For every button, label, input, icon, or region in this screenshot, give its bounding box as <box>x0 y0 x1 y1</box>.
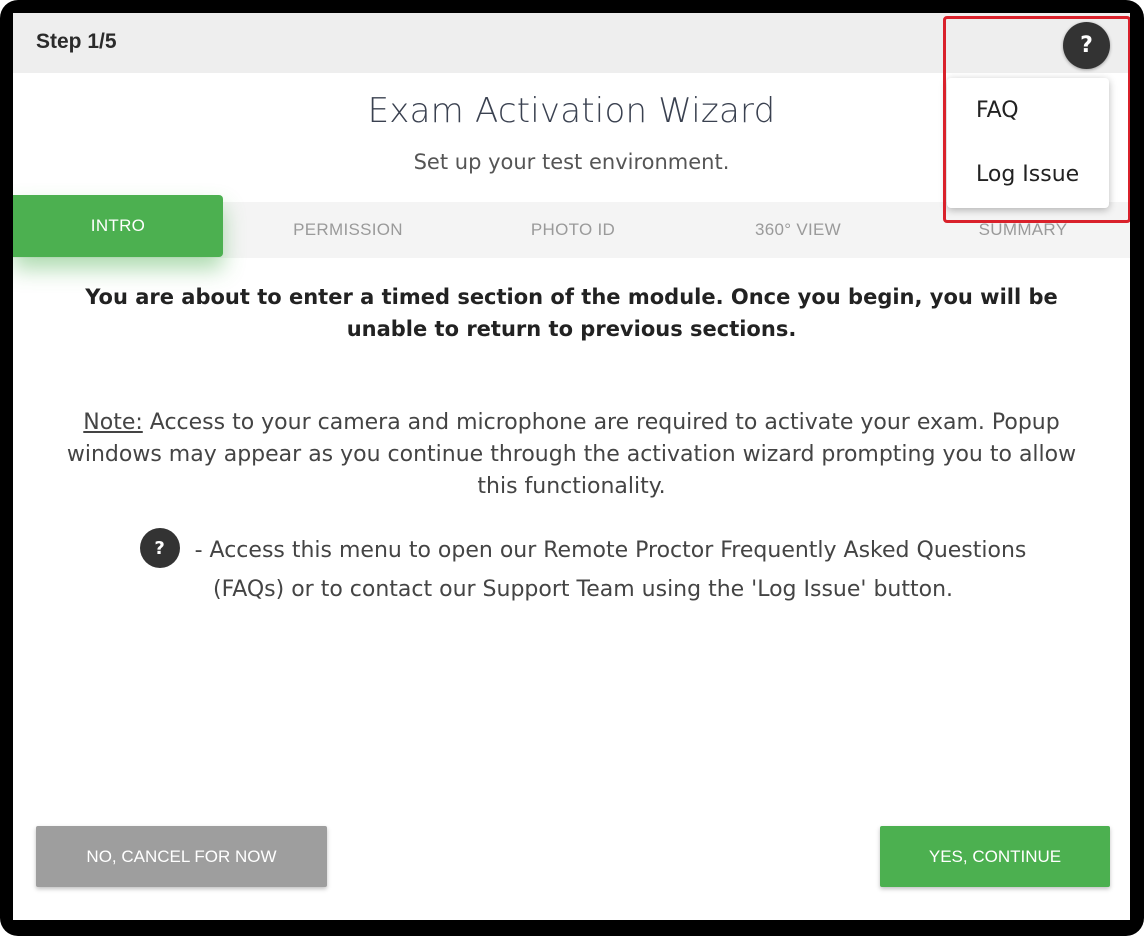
step-indicator: Step 1/5 <box>36 30 117 53</box>
help-menu-description: ? - Access this menu to open our Remote … <box>103 528 1063 608</box>
permissions-note: Note: Access to your camera and micropho… <box>53 407 1090 503</box>
tab-permission[interactable]: PERMISSION <box>238 202 458 258</box>
question-mark-icon: ? <box>139 528 180 568</box>
log-issue-menu-item[interactable]: Log Issue <box>976 162 1079 187</box>
help-dropdown-menu: FAQ Log Issue <box>947 78 1109 208</box>
timed-section-warning: You are about to enter a timed section o… <box>85 285 1058 341</box>
activation-wizard-modal: Step 1/5 ? Exam Activation Wizard Set up… <box>13 13 1130 920</box>
header-bar: Step 1/5 ? <box>13 13 1130 73</box>
tab-intro[interactable]: INTRO <box>13 195 223 257</box>
note-label: Note: <box>83 410 143 435</box>
tab-photo-id[interactable]: PHOTO ID <box>463 202 683 258</box>
tab-360-view[interactable]: 360° VIEW <box>688 202 908 258</box>
cancel-button[interactable]: NO, CANCEL FOR NOW <box>36 826 327 887</box>
help-menu-text: - Access this menu to open our Remote Pr… <box>187 538 1027 602</box>
continue-button[interactable]: YES, CONTINUE <box>880 826 1110 887</box>
wizard-tabs: INTRO PERMISSION PHOTO ID 360° VIEW SUMM… <box>13 195 1130 258</box>
help-question-icon[interactable]: ? <box>1063 22 1110 69</box>
faq-menu-item[interactable]: FAQ <box>976 98 1019 123</box>
tab-summary[interactable]: SUMMARY <box>913 202 1130 258</box>
note-text: Access to your camera and microphone are… <box>66 410 1077 499</box>
